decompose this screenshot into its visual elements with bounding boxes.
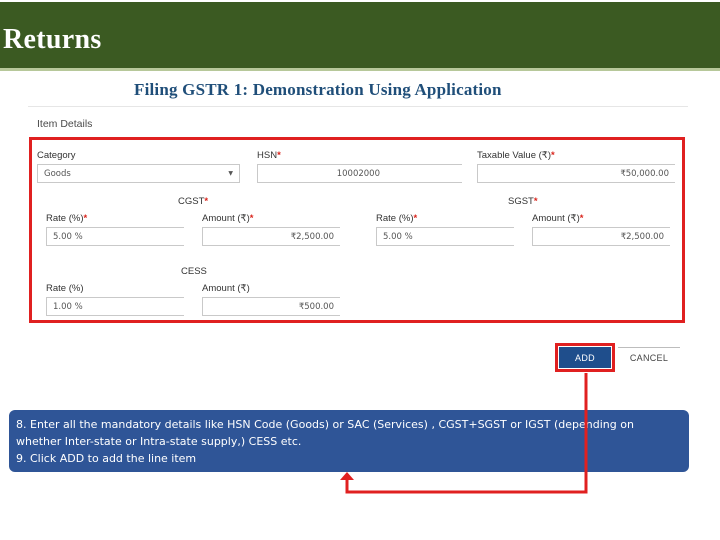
cgst-rate-label: Rate (%)* [46, 213, 88, 224]
hsn-input[interactable]: 10002000 [257, 164, 462, 183]
header-divider [0, 68, 720, 71]
callout-line-3: 9. Click ADD to add the line item [16, 452, 197, 465]
category-select[interactable]: Goods ▼ [37, 164, 240, 183]
cgst-rate-value: 5.00 % [53, 231, 83, 242]
cess-amount-value: ₹500.00 [298, 301, 334, 312]
sgst-amount-input[interactable]: ₹2,500.00 [532, 227, 670, 246]
taxable-value-input[interactable]: ₹50,000.00 [477, 164, 675, 183]
taxable-value-value: ₹50,000.00 [620, 168, 669, 179]
cess-amount-input[interactable]: ₹500.00 [202, 297, 340, 316]
cess-rate-input[interactable]: 1.00 % [46, 297, 184, 316]
category-value: Goods [44, 168, 71, 179]
cancel-button[interactable]: CANCEL [618, 347, 680, 368]
cess-amount-label: Amount (₹) [202, 283, 250, 294]
sgst-rate-value: 5.00 % [383, 231, 413, 242]
slide-subtitle: Filing GSTR 1: Demonstration Using Appli… [134, 80, 502, 99]
cess-rate-label: Rate (%) [46, 283, 84, 294]
sgst-rate-input[interactable]: 5.00 % [376, 227, 514, 246]
hsn-label: HSN* [257, 150, 281, 161]
hsn-value: 10002000 [336, 168, 380, 179]
cgst-amount-value: ₹2,500.00 [290, 231, 334, 242]
header-bar [0, 2, 720, 68]
app-top-divider [28, 106, 688, 107]
cgst-rate-input[interactable]: 5.00 % [46, 227, 184, 246]
sgst-amount-value: ₹2,500.00 [620, 231, 664, 242]
taxable-value-label: Taxable Value (₹)* [477, 150, 555, 161]
sgst-rate-label: Rate (%)* [376, 213, 418, 224]
cess-rate-value: 1.00 % [53, 301, 83, 312]
item-details-heading: Item Details [37, 118, 93, 130]
instruction-callout: 8. Enter all the mandatory details like … [9, 410, 689, 472]
arrowhead-icon [340, 472, 354, 480]
callout-line-2: whether Inter-state or Intra-state suppl… [16, 435, 302, 448]
cgst-heading: CGST* [178, 196, 209, 207]
add-button[interactable]: ADD [559, 347, 611, 368]
category-label: Category [37, 150, 76, 161]
callout-line-1: 8. Enter all the mandatory details like … [16, 418, 634, 431]
page-title: Returns [3, 24, 102, 55]
chevron-down-icon: ▼ [228, 170, 233, 177]
cess-heading: CESS [181, 266, 207, 277]
sgst-heading: SGST* [508, 196, 538, 207]
cgst-amount-label: Amount (₹)* [202, 213, 254, 224]
cgst-amount-input[interactable]: ₹2,500.00 [202, 227, 340, 246]
sgst-amount-label: Amount (₹)* [532, 213, 584, 224]
